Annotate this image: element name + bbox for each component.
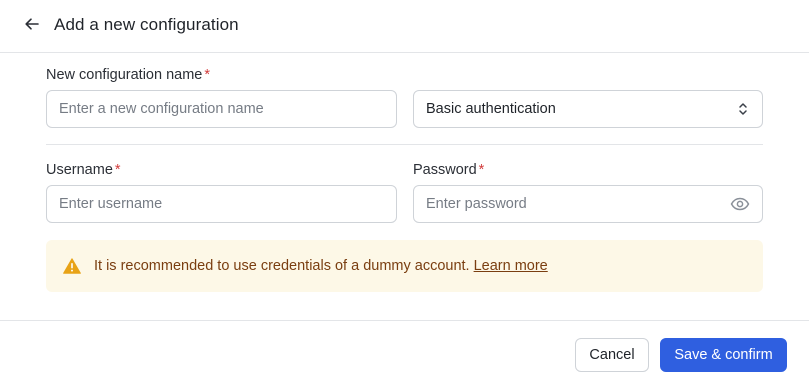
password-input[interactable] [426, 196, 730, 212]
add-configuration-dialog: Add a new configuration New configuratio… [0, 0, 809, 385]
arrow-left-icon[interactable] [22, 14, 42, 34]
auth-type-select[interactable]: Basic authentication [413, 90, 763, 128]
password-label: Password * [413, 162, 484, 178]
cancel-button[interactable]: Cancel [575, 338, 649, 372]
dialog-header: Add a new configuration [0, 0, 809, 53]
required-mark: * [204, 67, 211, 83]
warning-triangle-icon [63, 257, 81, 275]
dialog-title: Add a new configuration [54, 15, 239, 34]
username-input[interactable] [59, 196, 384, 212]
config-name-input[interactable] [59, 101, 384, 117]
required-mark: * [478, 162, 485, 178]
config-name-label: New configuration name * [46, 67, 210, 83]
chevron-up-down-icon [736, 100, 750, 118]
section-divider [46, 144, 763, 145]
warning-banner: It is recommended to use credentials of … [46, 240, 763, 292]
warning-message: It is recommended to use credentials of … [94, 258, 470, 274]
config-name-field[interactable] [46, 90, 397, 128]
auth-type-value: Basic authentication [426, 101, 556, 117]
username-label: Username * [46, 162, 121, 178]
required-mark: * [114, 162, 121, 178]
learn-more-link[interactable]: Learn more [474, 258, 548, 274]
config-name-label-text: New configuration name [46, 67, 203, 83]
eye-icon[interactable] [729, 193, 750, 215]
dialog-footer: Cancel Save & confirm [0, 320, 809, 385]
username-label-text: Username [46, 162, 113, 178]
username-field[interactable] [46, 185, 397, 223]
password-field[interactable] [413, 185, 763, 223]
save-confirm-button[interactable]: Save & confirm [660, 338, 787, 372]
password-label-text: Password [413, 162, 477, 178]
